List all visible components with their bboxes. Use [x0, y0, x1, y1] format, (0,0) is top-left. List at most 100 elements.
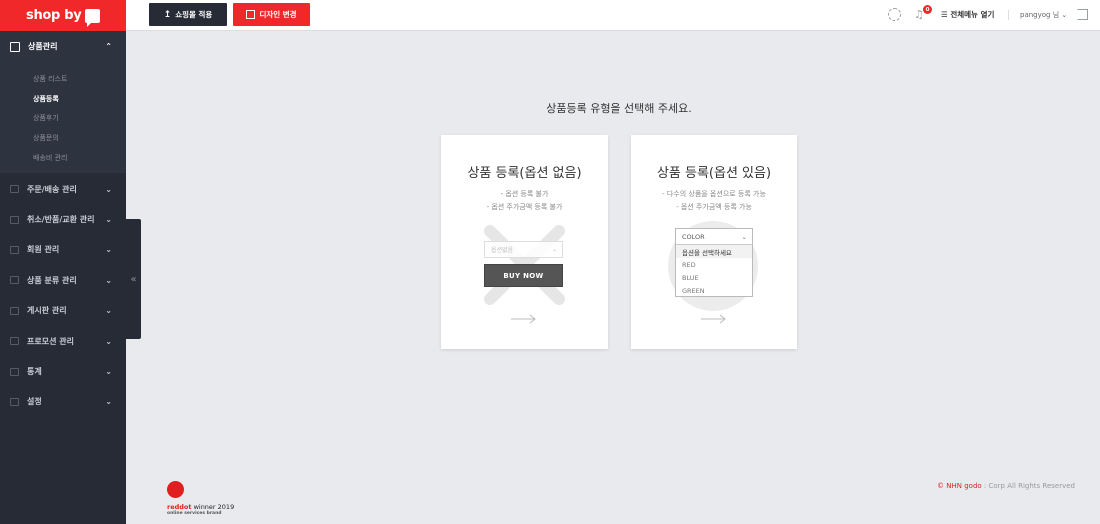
chevron-up-icon: ⌃: [105, 42, 112, 51]
user-label: pangyog 님: [1020, 11, 1060, 19]
sidebar: shop by 상품관리 ⌃ 상품 리스트 상품등록 상품후기 상품문의 배송비…: [0, 0, 126, 524]
apply-shop-button[interactable]: ↥ 쇼핑몰 적용: [149, 3, 227, 26]
double-chevron-left-icon: «: [130, 273, 137, 285]
color-dropdown-illustration: COLOR ⌄ 옵션을 선택하세요 RED BLUE GREEN: [675, 228, 753, 297]
card-desc-line: - 다수의 상품을 옵션으로 등록 가능: [662, 190, 766, 198]
logout-icon[interactable]: [1077, 9, 1088, 20]
dropdown-option: BLUE: [682, 273, 699, 282]
submenu-item-product-review[interactable]: 상품후기: [33, 109, 126, 129]
sidebar-item-label: 주문/배송 관리: [27, 184, 77, 194]
card-with-option[interactable]: 상품 등록(옵션 있음) - 다수의 상품을 옵션으로 등록 가능 - 옵션 주…: [631, 135, 797, 349]
buy-now-button: BUY NOW: [484, 264, 563, 287]
copyright-text: : Corp All Rights Reserved: [983, 482, 1075, 490]
card-description: - 다수의 상품을 옵션으로 등록 가능 - 옵션 주가금액 등록 가능: [631, 188, 797, 214]
submenu: 상품 리스트 상품등록 상품후기 상품문의 배송비 관리: [0, 62, 126, 168]
sidebar-item-statistics[interactable]: 통계 ⌄: [0, 356, 126, 386]
sidebar-item-product-management[interactable]: 상품관리 ⌃: [0, 31, 126, 62]
sidebar-collapse-button[interactable]: «: [126, 219, 141, 339]
card-description: - 옵션 등록 불가 - 옵션 주가금액 등록 불가: [441, 188, 608, 214]
dropdown-option: GREEN: [682, 286, 705, 295]
sidebar-item-label: 통계: [27, 367, 42, 377]
option-select-disabled: 옵션없음 ⌄: [484, 241, 563, 258]
user-icon: [10, 245, 19, 254]
chevron-down-icon: ⌄: [105, 275, 112, 285]
user-menu[interactable]: pangyog 님 ⌄: [1020, 10, 1067, 20]
chart-icon: [10, 367, 19, 376]
page-title: 상품등록 유형을 선택해 주세요.: [546, 102, 692, 115]
sidebar-item-promotion[interactable]: 프로모션 관리 ⌄: [0, 326, 126, 356]
sidebar-item-label: 설정: [27, 397, 42, 407]
chevron-down-icon: ⌄: [105, 184, 112, 194]
award-brand: reddot: [167, 503, 192, 511]
dropdown-head: COLOR ⌄: [676, 229, 752, 245]
card-no-option[interactable]: 상품 등록(옵션 없음) - 옵션 등록 불가 - 옵션 주가금액 등록 불가 …: [441, 135, 608, 349]
chevron-down-icon: ⌄: [105, 215, 112, 225]
chevron-down-icon: ⌄: [1061, 11, 1068, 19]
topbar-divider: [1008, 10, 1009, 20]
award-subtext: online services brand: [167, 511, 222, 516]
award-text: reddot winner 2019: [167, 503, 234, 511]
card-desc-line: - 옵션 주가금액 등록 가능: [676, 203, 752, 211]
gear-icon: [10, 397, 19, 406]
chevron-down-icon: ⌄: [105, 245, 112, 255]
chevron-down-icon: ⌄: [105, 306, 112, 316]
change-design-label: 디자인 변경: [259, 10, 297, 19]
arrow-right-icon: [511, 314, 536, 324]
sidebar-item-settings[interactable]: 설정 ⌄: [0, 387, 126, 417]
sidebar-item-order[interactable]: 주문/배송 관리 ⌄: [0, 174, 126, 204]
gift-icon: [10, 337, 19, 346]
chevron-down-icon: ⌄: [551, 246, 557, 253]
card-desc-line: - 옵션 등록 불가: [500, 190, 549, 198]
chevron-down-icon: ⌄: [105, 397, 112, 407]
submenu-item-product-register[interactable]: 상품등록: [33, 90, 126, 110]
sidebar-item-cancel[interactable]: 취소/반품/교환 관리 ⌄: [0, 204, 126, 234]
submenu-item-shipping-fee[interactable]: 배송비 관리: [33, 149, 126, 169]
apply-shop-label: 쇼핑몰 적용: [175, 10, 213, 19]
dropdown-option: 옵션을 선택하세요: [676, 245, 752, 258]
reddot-logo-icon: [167, 481, 184, 498]
sidebar-menu-list: 주문/배송 관리 ⌄ 취소/반품/교환 관리 ⌄ 회원 관리 ⌄ 상품 분류 관…: [0, 173, 126, 417]
logo[interactable]: shop by: [0, 0, 126, 31]
card-desc-line: - 옵션 주가금액 등록 불가: [486, 203, 563, 211]
settings-gear-icon[interactable]: [888, 8, 901, 21]
select-placeholder: 옵션없음: [491, 247, 514, 254]
copyright-brand: © NHN godo: [937, 482, 982, 490]
sidebar-item-board[interactable]: 게시판 관리 ⌄: [0, 296, 126, 326]
chevron-down-icon: ⌄: [105, 336, 112, 346]
award-winner: winner 2019: [191, 503, 235, 511]
sidebar-item-label: 게시판 관리: [27, 306, 67, 316]
card-title: 상품 등록(옵션 있음): [656, 166, 772, 181]
document-icon: [10, 306, 19, 315]
submenu-item-product-inquiry[interactable]: 상품문의: [33, 129, 126, 149]
frame-icon: [246, 10, 256, 19]
submenu-item-product-list[interactable]: 상품 리스트: [33, 70, 126, 90]
sidebar-item-category[interactable]: 상품 분류 관리 ⌄: [0, 265, 126, 295]
dropdown-head-label: COLOR: [682, 232, 705, 241]
all-menu-button[interactable]: ☰ 전체메뉴 열기: [941, 9, 994, 20]
return-icon: [10, 215, 19, 224]
all-menu-label: 전체메뉴 열기: [950, 10, 995, 19]
sidebar-item-label: 상품 분류 관리: [27, 275, 77, 285]
hamburger-icon: ☰: [941, 10, 948, 19]
cart-icon: [10, 185, 19, 194]
logo-bubble-icon: [85, 8, 101, 27]
topbar: ↥ 쇼핑몰 적용 디자인 변경 ♫ 0 ☰ 전체메뉴 열기 pangyog 님 …: [126, 0, 1100, 31]
arrow-right-icon: [701, 314, 726, 324]
sidebar-item-label: 프로모션 관리: [27, 336, 74, 346]
reddot-award: reddot winner 2019 online services brand: [167, 481, 234, 516]
logo-text: shop by: [26, 8, 82, 23]
card-title: 상품 등록(옵션 없음): [467, 166, 582, 181]
box-icon: [10, 41, 20, 52]
change-design-button[interactable]: 디자인 변경: [233, 3, 310, 26]
sidebar-menu-product: 상품관리 ⌃ 상품 리스트 상품등록 상품후기 상품문의 배송비 관리: [0, 31, 126, 173]
upload-icon: ↥: [163, 9, 172, 20]
chevron-down-icon: ⌄: [105, 367, 112, 377]
dropdown-option: RED: [682, 260, 696, 269]
copyright: © NHN godo : Corp All Rights Reserved: [937, 482, 1075, 490]
sidebar-item-member[interactable]: 회원 관리 ⌄: [0, 235, 126, 265]
chevron-down-icon: ⌄: [741, 232, 747, 241]
sidebar-item-label: 회원 관리: [27, 245, 60, 255]
monitor-icon: [10, 276, 19, 285]
notification-badge: 0: [923, 5, 932, 14]
sidebar-item-label: 상품관리: [28, 42, 58, 51]
